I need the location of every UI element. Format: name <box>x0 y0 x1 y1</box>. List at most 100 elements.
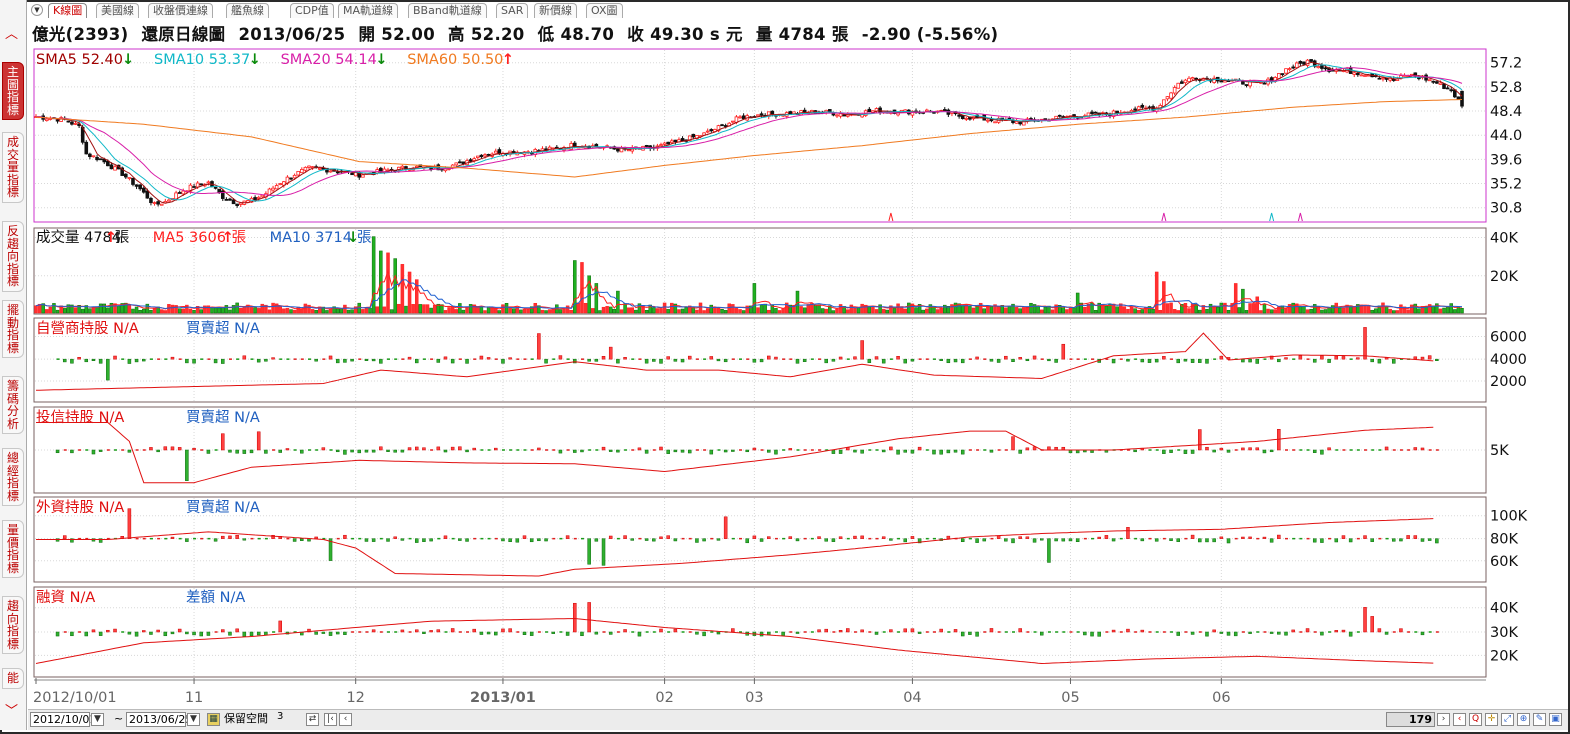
candle <box>1244 84 1249 86</box>
margin-bar <box>673 628 678 633</box>
dealer-bar <box>723 358 728 363</box>
volume-bar <box>1273 309 1277 314</box>
image-export-icon[interactable]: ▣ <box>1549 713 1562 726</box>
fit-screen-icon[interactable]: ⤢ <box>1501 713 1514 726</box>
volume-bar <box>1072 307 1076 314</box>
candle <box>1165 96 1170 100</box>
volume-bar <box>705 308 710 314</box>
volume-bar <box>1323 309 1328 314</box>
dealer-bar <box>860 340 864 360</box>
volume-bar <box>939 308 943 314</box>
foreign-bar <box>422 538 426 542</box>
margin-bar <box>1126 628 1130 633</box>
foreign-bar <box>752 535 757 539</box>
volume-bar <box>501 304 505 314</box>
volume-bar <box>1075 292 1080 314</box>
dealer-bar <box>479 355 484 360</box>
candle <box>458 161 462 164</box>
candle <box>113 166 117 171</box>
trust-bar <box>192 447 196 451</box>
bar-count-field[interactable]: 179 <box>1386 712 1435 727</box>
margin-bar <box>529 631 534 636</box>
trust-bar <box>235 449 239 454</box>
trust-legend-2: 買賣超 N/A <box>186 409 260 426</box>
scroll-left-icon[interactable]: ‹ <box>339 713 352 726</box>
candle <box>303 166 308 171</box>
dealer-bar <box>680 358 685 363</box>
price-tick-label: 52.8 <box>1490 80 1522 96</box>
margin-bar <box>522 631 527 635</box>
trust-bar <box>1255 447 1260 451</box>
date-from-dropdown-icon[interactable]: ▼ <box>91 713 104 726</box>
margin-bar <box>953 629 958 633</box>
date-to-field[interactable]: 2013/06/25 <box>126 712 192 727</box>
volume-bar <box>310 309 315 314</box>
foreign-bar <box>400 538 405 541</box>
trust-bar <box>580 449 584 453</box>
foreign-bar <box>853 535 857 539</box>
candle <box>644 145 649 147</box>
dealer-bar <box>544 358 548 364</box>
margin-bar <box>608 631 613 635</box>
trust-bar <box>1219 447 1224 451</box>
date-to-dropdown-icon[interactable]: ▼ <box>187 713 200 726</box>
price-legend-2: SMA10 53.37 <box>154 52 250 68</box>
volume-bar <box>892 308 897 314</box>
volume-bar <box>978 302 983 314</box>
margin-bar <box>637 631 642 637</box>
keep-space-icon[interactable]: ▦ <box>207 713 220 726</box>
margin-bar <box>716 631 721 635</box>
date-from-field[interactable]: 2012/10/01 <box>30 712 96 727</box>
margin-bar <box>1097 631 1101 637</box>
foreign-bar <box>910 536 915 539</box>
volume-bar <box>1298 305 1303 314</box>
trust-bar <box>335 449 340 453</box>
scroll-left-start-icon[interactable]: |‹ <box>324 713 337 726</box>
dealer-bar <box>242 355 247 360</box>
margin-bar <box>70 631 74 637</box>
volume-bar <box>580 262 584 314</box>
trust-bar <box>723 449 728 453</box>
keep-space-value[interactable]: 3 <box>277 710 283 725</box>
scroll-right-icon[interactable]: › <box>1437 713 1450 726</box>
candle <box>616 148 620 152</box>
trust-bar <box>767 449 771 453</box>
margin-bar <box>1083 631 1087 636</box>
volume-bar <box>447 307 451 314</box>
volume-bar <box>1305 309 1310 314</box>
trust-bar <box>917 446 922 451</box>
foreign-bar <box>1226 538 1231 544</box>
dealer-holding-line <box>36 332 1434 391</box>
volume-bar <box>591 308 595 314</box>
sma5-line <box>36 61 1463 204</box>
cross-cursor-icon[interactable]: ✛ <box>1485 713 1498 726</box>
dealer-bar <box>62 358 67 363</box>
volume-bar <box>727 303 731 314</box>
volume-bar <box>1291 302 1295 314</box>
candle <box>731 120 735 123</box>
volume-bar <box>960 305 965 314</box>
volume-bar <box>867 306 872 314</box>
drawing-tool-icon[interactable]: ✎ <box>1533 713 1546 726</box>
reset-zoom-icon[interactable]: Q <box>1469 713 1482 726</box>
stock-chart[interactable]: 57.252.848.444.039.635.230.8SMA5 52.40 ↓ S… <box>0 0 1570 734</box>
margin-bar <box>910 628 915 633</box>
zoom-in-icon[interactable]: ⊕ <box>1517 713 1530 726</box>
margin-bar <box>860 629 864 633</box>
margin-bar <box>1219 631 1224 634</box>
volume-bar <box>935 309 940 314</box>
candle <box>1456 96 1461 100</box>
volume-bar <box>544 310 548 314</box>
foreign-tick-label: 80K <box>1490 532 1518 548</box>
margin-bar <box>142 630 146 633</box>
dealer-bar <box>673 358 678 362</box>
candle <box>192 186 196 188</box>
volume-bar <box>1187 308 1191 314</box>
keep-space-toggle-icon[interactable]: ⇄ <box>306 713 319 726</box>
margin-bar <box>917 631 922 634</box>
zoom-out-icon[interactable]: ‹ <box>1453 713 1466 726</box>
volume-bar <box>907 302 911 314</box>
volume-bar <box>1395 310 1400 314</box>
margin-bar <box>249 631 254 637</box>
volume-bar <box>1219 302 1224 314</box>
